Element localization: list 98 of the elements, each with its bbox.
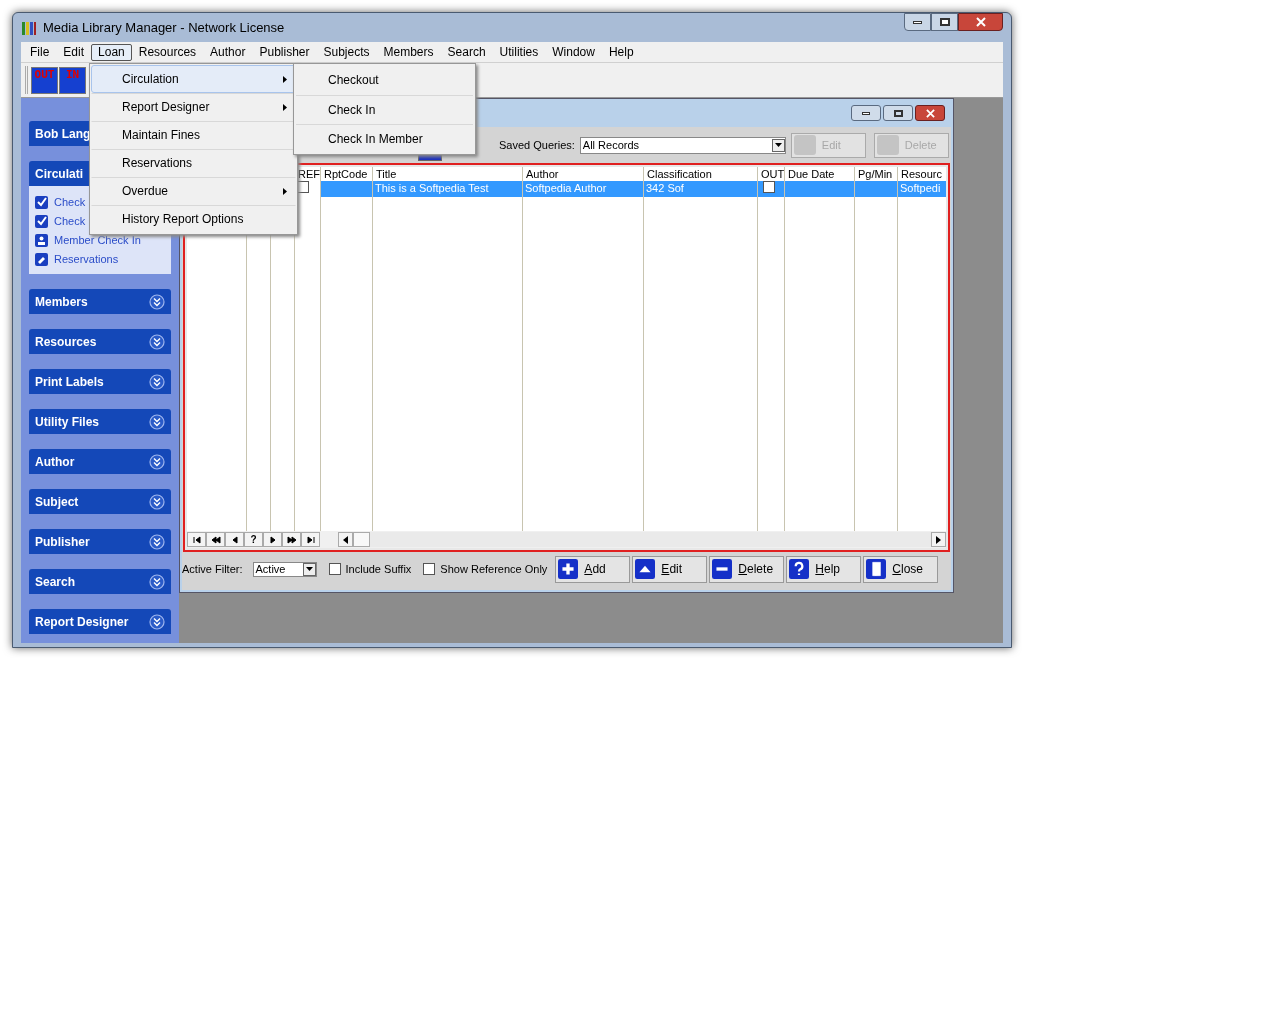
minimize-button[interactable] bbox=[904, 13, 931, 31]
navigator-button[interactable] bbox=[225, 532, 244, 547]
section-header[interactable]: Members bbox=[29, 289, 171, 314]
checkbox-label[interactable]: Show Reference Only bbox=[440, 560, 548, 578]
scroll-left-icon[interactable] bbox=[342, 535, 349, 544]
expand-icon[interactable] bbox=[149, 293, 165, 310]
dropdown-icon bbox=[305, 567, 313, 571]
delete-icon bbox=[712, 559, 733, 579]
panel-link[interactable]: Check bbox=[54, 213, 86, 230]
menu-item[interactable]: Publisher bbox=[252, 43, 317, 61]
menu-item[interactable]: Author bbox=[203, 43, 253, 61]
action-button[interactable]: Help bbox=[786, 555, 862, 583]
scrollbar[interactable] bbox=[338, 532, 946, 547]
active-filter-combo[interactable]: Active bbox=[252, 561, 317, 577]
add-icon bbox=[558, 559, 579, 579]
checkbox[interactable] bbox=[328, 563, 341, 575]
expand-icon[interactable] bbox=[149, 613, 165, 630]
table-cell: Softpedia Author bbox=[525, 181, 607, 196]
navigator-button[interactable] bbox=[206, 532, 225, 547]
person-icon bbox=[35, 234, 48, 247]
navigator-button[interactable]: ? bbox=[244, 532, 263, 547]
menu-option[interactable]: Checkout bbox=[296, 66, 473, 94]
expand-icon[interactable] bbox=[149, 453, 165, 470]
close-icon bbox=[925, 108, 935, 118]
menu-option[interactable]: Overdue bbox=[91, 177, 296, 205]
scroll-right-icon[interactable] bbox=[935, 535, 942, 544]
menu-item[interactable]: Subjects bbox=[316, 43, 377, 61]
expand-icon[interactable] bbox=[149, 413, 165, 430]
prev-page-icon bbox=[210, 534, 221, 545]
checkmark-icon bbox=[35, 196, 48, 209]
section-header[interactable]: Utility Files bbox=[29, 409, 171, 434]
menu-option[interactable]: History Report Options bbox=[91, 205, 296, 233]
next-icon bbox=[267, 534, 278, 545]
panel-link[interactable]: Member Check In bbox=[54, 232, 141, 249]
expand-icon[interactable] bbox=[149, 573, 165, 590]
help-icon bbox=[789, 559, 810, 579]
close-button[interactable] bbox=[958, 13, 1003, 31]
section-header[interactable]: Author bbox=[29, 449, 171, 474]
menu-item[interactable]: Edit bbox=[56, 43, 92, 61]
navigator-button[interactable] bbox=[301, 532, 320, 547]
menu-option[interactable]: Check In Member bbox=[296, 124, 473, 152]
menu-option[interactable]: Check In bbox=[296, 95, 473, 123]
menu-item[interactable]: Utilities bbox=[492, 43, 546, 61]
section-header[interactable]: Print Labels bbox=[29, 369, 171, 394]
navigator-button[interactable] bbox=[187, 532, 206, 547]
section-header[interactable]: Subject bbox=[29, 489, 171, 514]
navigator-button[interactable] bbox=[263, 532, 282, 547]
expand-icon[interactable] bbox=[149, 533, 165, 550]
section-header[interactable]: Search bbox=[29, 569, 171, 594]
checkbox[interactable] bbox=[423, 563, 436, 575]
action-button[interactable]: Add bbox=[555, 555, 631, 583]
section-header[interactable]: Resources bbox=[29, 329, 171, 354]
expand-icon[interactable] bbox=[149, 493, 165, 510]
restore-button[interactable] bbox=[883, 105, 913, 121]
next-page-icon bbox=[286, 534, 297, 545]
action-button[interactable]: Close bbox=[863, 555, 939, 583]
menu-item[interactable]: Loan bbox=[91, 43, 132, 61]
dropdown-icon bbox=[774, 143, 782, 147]
close-icon bbox=[975, 17, 986, 27]
saved-queries-label: Saved Queries: bbox=[499, 137, 575, 153]
submenu-arrow-icon bbox=[283, 187, 287, 195]
action-button[interactable]: Edit bbox=[632, 555, 708, 583]
menu-item[interactable]: Members bbox=[376, 43, 441, 61]
scroll-thumb[interactable] bbox=[353, 532, 370, 547]
books-icon bbox=[21, 19, 37, 36]
last-icon bbox=[305, 534, 316, 545]
table-cell: This is a Softpedia Test bbox=[375, 181, 489, 196]
checkmark-icon bbox=[35, 215, 48, 228]
expand-icon[interactable] bbox=[149, 373, 165, 390]
checkbox[interactable] bbox=[763, 181, 775, 193]
submenu-arrow-icon bbox=[283, 75, 287, 83]
menu-option[interactable]: Circulation bbox=[91, 65, 296, 93]
maximize-button[interactable] bbox=[931, 13, 958, 31]
active-filter-label: Active Filter: bbox=[182, 561, 243, 577]
submenu-arrow-icon bbox=[283, 103, 287, 111]
menu-item[interactable]: File bbox=[23, 43, 57, 61]
menu-item[interactable]: Resources bbox=[131, 43, 204, 61]
window-title: Media Library Manager - Network License bbox=[43, 18, 285, 37]
expand-icon[interactable] bbox=[149, 333, 165, 350]
eraser-icon bbox=[35, 253, 48, 266]
menu-item[interactable]: Search bbox=[440, 43, 493, 61]
close-button[interactable] bbox=[915, 105, 945, 121]
section-header[interactable]: Publisher bbox=[29, 529, 171, 554]
menu-item[interactable]: Help bbox=[601, 43, 641, 61]
panel-link[interactable]: Check bbox=[54, 194, 86, 211]
edit-icon bbox=[635, 559, 656, 579]
action-button[interactable]: Delete bbox=[709, 555, 785, 583]
close-icon bbox=[866, 559, 887, 579]
navigator-button[interactable] bbox=[282, 532, 301, 547]
panel-link[interactable]: Reservations bbox=[54, 251, 119, 268]
menu-item[interactable]: Window bbox=[545, 43, 602, 61]
first-icon bbox=[191, 534, 202, 545]
table-cell: Softpedi bbox=[900, 181, 941, 196]
saved-queries-combo[interactable]: All Records bbox=[579, 136, 786, 154]
section-header[interactable]: Report Designer bbox=[29, 609, 171, 634]
checkbox-label[interactable]: Include Suffix bbox=[345, 560, 412, 578]
minimize-button[interactable] bbox=[851, 105, 881, 121]
table-cell: 342 Sof bbox=[646, 181, 684, 196]
